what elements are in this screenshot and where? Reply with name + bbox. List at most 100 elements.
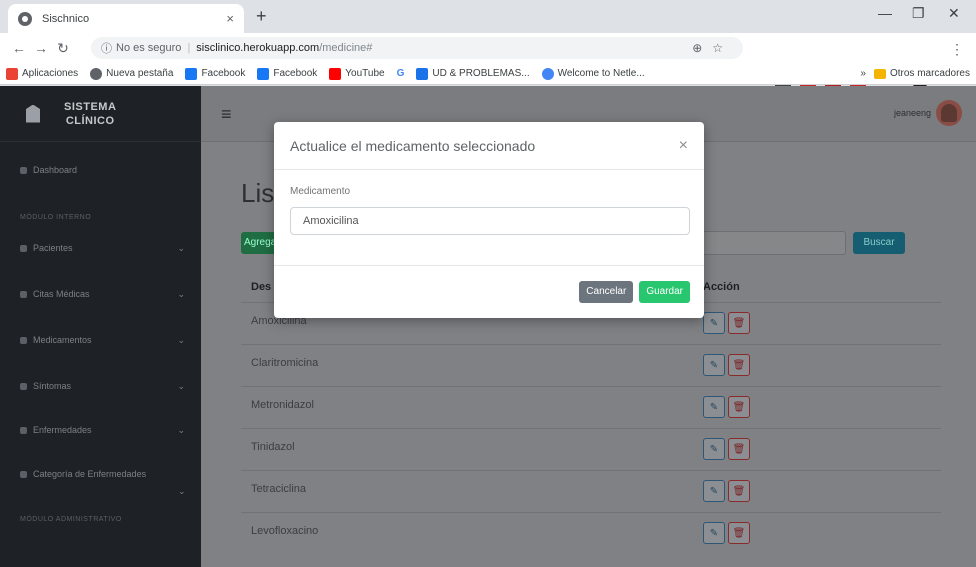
sidebar-item-label: Medicamentos [33, 335, 92, 345]
modal-body: Medicamento [274, 170, 704, 266]
chevron-down-icon: ⌄ [177, 242, 185, 253]
search-button[interactable]: Buscar [853, 232, 905, 254]
bookmark-item[interactable]: Welcome to Netle... [541, 67, 645, 80]
search-input[interactable] [701, 231, 846, 255]
other-bookmarks-button[interactable]: Otros marcadores [890, 68, 970, 79]
close-icon[interactable]: × [679, 137, 688, 155]
netlify-icon [541, 67, 554, 80]
brand-line2: CLÍNICO [65, 114, 115, 127]
trash-icon: 🗑 [732, 443, 746, 455]
site-favicon-icon [18, 11, 32, 26]
sidebar-item-label: Pacientes [33, 243, 73, 253]
bookmark-label: Nueva pestaña [106, 68, 174, 79]
table-row: Levofloxacino ✎ 🗑 [241, 512, 941, 554]
edit-button[interactable]: ✎ [703, 312, 725, 334]
column-header-description: Des [251, 281, 272, 293]
menu-toggle-icon[interactable]: ≡ [221, 104, 232, 125]
sidebar-item-medicamentos[interactable]: Medicamentos ⌄ [0, 328, 201, 352]
maximize-icon[interactable]: ❐ [912, 5, 925, 22]
sidebar-item-sintomas[interactable]: Síntomas ⌄ [0, 374, 201, 398]
category-icon [20, 470, 27, 478]
edit-icon: ✎ [709, 485, 719, 497]
medicine-name: Levofloxacino [251, 525, 319, 537]
medicine-name: Tetraciclina [251, 483, 307, 495]
sidebar-item-label: Categoría de Enfermedades [33, 469, 147, 479]
sidebar-item-citas[interactable]: Citas Médicas ⌄ [0, 282, 201, 306]
sidebar-item-enfermedades[interactable]: Enfermedades ⌄ [0, 418, 201, 442]
forward-icon[interactable]: → [30, 40, 52, 56]
delete-button[interactable]: 🗑 [728, 312, 750, 334]
tab-close-icon[interactable]: × [226, 11, 234, 26]
folder-icon [873, 68, 886, 79]
trash-icon: 🗑 [732, 317, 746, 329]
brand-name: SISTEMA CLÍNICO [64, 100, 116, 128]
brand-line1: SISTEMA [64, 100, 117, 113]
browser-tab[interactable]: Sischnico × [8, 4, 244, 33]
edit-icon: ✎ [709, 317, 719, 329]
bookmark-item[interactable]: Nueva pestaña [90, 67, 174, 80]
url-path: /medicine# [319, 42, 373, 54]
cancel-button[interactable]: Cancelar [579, 281, 634, 303]
sidebar-item-categoria[interactable]: Categoría de Enfermedades [0, 462, 201, 486]
back-icon[interactable]: ← [8, 40, 30, 56]
edit-icon: ✎ [709, 527, 719, 539]
edit-icon: ✎ [709, 401, 719, 413]
tab-title: Sischnico [42, 12, 90, 25]
user-name[interactable]: jeaneeng [894, 108, 931, 118]
new-tab-button[interactable]: + [256, 6, 267, 27]
browser-tab-bar: Sischnico × + — ❐ ✕ [0, 0, 976, 33]
browser-menu-icon[interactable]: ⋮ [946, 41, 968, 58]
table-row: Metronidazol ✎ 🗑 [241, 386, 941, 428]
bookmark-item[interactable]: G [397, 68, 405, 79]
edit-medicine-modal: Actualice el medicamento seleccionado × … [274, 122, 704, 318]
pill-icon [20, 336, 27, 344]
bookmark-item[interactable]: Aplicaciones [6, 67, 79, 80]
info-icon[interactable]: ⓘ [101, 40, 112, 56]
bookmark-site-icon [416, 67, 429, 80]
reload-icon[interactable]: ↻ [52, 40, 74, 57]
zoom-and-star-icon[interactable]: ⊕☆ [692, 41, 733, 55]
modal-header: Actualice el medicamento seleccionado × [274, 122, 704, 170]
sidebar-item-pacientes[interactable]: Pacientes ⌄ [0, 236, 201, 260]
bookmark-item[interactable]: Facebook [185, 67, 245, 80]
apps-grid-icon [6, 67, 18, 80]
avatar[interactable] [936, 100, 962, 126]
address-bar[interactable]: ⓘ No es seguro | sisclinico.herokuapp.co… [91, 37, 743, 59]
edit-button[interactable]: ✎ [703, 354, 725, 376]
modal-title: Actualice el medicamento seleccionado [290, 137, 536, 154]
medicine-name: Metronidazol [251, 399, 314, 411]
sidebar-item-dashboard[interactable]: Dashboard [0, 158, 201, 182]
delete-button[interactable]: 🗑 [728, 438, 750, 460]
facebook-icon [185, 67, 198, 80]
symptom-icon [20, 382, 27, 390]
sidebar-section-heading: MÓDULO INTERNO [20, 214, 92, 221]
sidebar: SISTEMA CLÍNICO Dashboard MÓDULO INTERNO… [0, 86, 201, 567]
sidebar-item-label: Enfermedades [33, 425, 92, 435]
delete-button[interactable]: 🗑 [728, 396, 750, 418]
more-bookmarks-button[interactable]: » [860, 68, 866, 79]
bookmark-item[interactable]: Facebook [257, 67, 317, 80]
delete-button[interactable]: 🗑 [728, 480, 750, 502]
facebook-icon [257, 67, 270, 80]
youtube-icon [329, 67, 342, 80]
save-button[interactable]: Guardar [639, 281, 690, 303]
edit-button[interactable]: ✎ [703, 396, 725, 418]
bookmark-label: Aplicaciones [22, 68, 79, 79]
delete-button[interactable]: 🗑 [728, 522, 750, 544]
not-secure-label: No es seguro [116, 42, 182, 54]
brand[interactable]: SISTEMA CLÍNICO [0, 86, 201, 142]
bookmark-item[interactable]: UD & PROBLEMAS... [416, 67, 530, 80]
delete-button[interactable]: 🗑 [728, 354, 750, 376]
sidebar-item-label: Dashboard [33, 165, 78, 175]
window-close-icon[interactable]: ✕ [948, 5, 960, 22]
edit-button[interactable]: ✎ [703, 438, 725, 460]
chevron-down-icon: ⌄ [177, 380, 185, 391]
edit-button[interactable]: ✎ [703, 522, 725, 544]
minimize-icon[interactable]: — [878, 5, 892, 21]
calendar-icon [20, 290, 27, 298]
chevron-down-icon: ⌄ [177, 424, 185, 435]
medicine-name-input[interactable] [290, 207, 690, 235]
dashboard-icon [20, 166, 27, 174]
bookmark-item[interactable]: YouTube [329, 67, 385, 80]
edit-button[interactable]: ✎ [703, 480, 725, 502]
